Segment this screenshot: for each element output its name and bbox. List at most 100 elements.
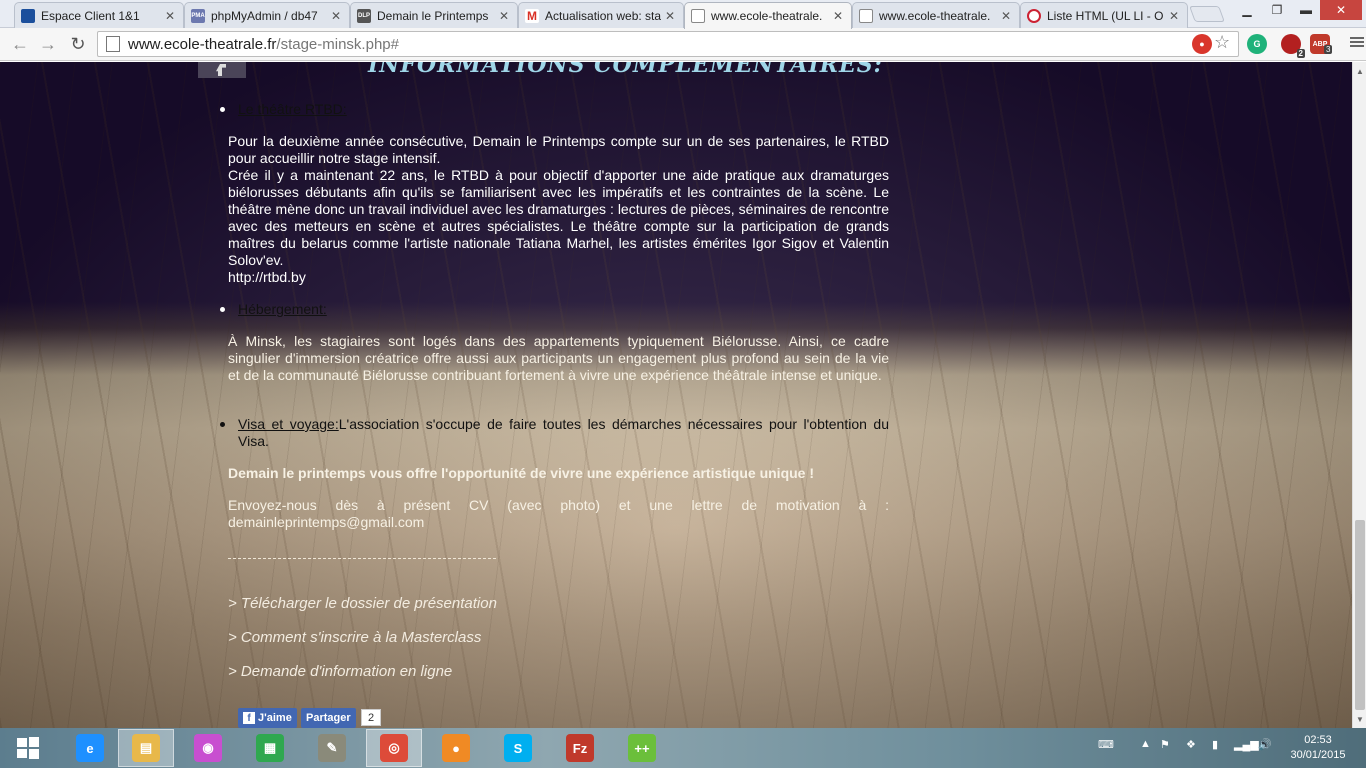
clock-date: 30/01/2015 (1290, 749, 1346, 761)
skype-icon: S (504, 734, 532, 762)
share-count: 2 (361, 709, 382, 726)
tab-ecole-theatrale[interactable]: www.ecole-theatrale. ✕ (852, 2, 1020, 28)
tab-liste-html[interactable]: Liste HTML (UL LI - O ✕ (1020, 2, 1188, 28)
windows-logo-icon (17, 737, 39, 759)
taskbar-chrome-button[interactable]: ◎ (366, 729, 422, 767)
section-title: Informations complémentaires: (368, 62, 883, 78)
inscription-masterclass-link[interactable]: > Comment s'inscrire à la Masterclass (228, 629, 481, 646)
taskbar-firefox-button[interactable]: ● (428, 729, 484, 767)
tab-title: www.ecole-theatrale. (711, 9, 823, 23)
item-label: Visa et voyage: (238, 416, 339, 432)
item-label: Hébergement: (238, 301, 327, 317)
dlp-icon: DLP (357, 8, 371, 23)
show-hidden-icons-icon[interactable]: ▲ (1140, 738, 1151, 750)
dropbox-icon[interactable]: ❖ (1186, 738, 1196, 751)
address-bar[interactable]: www.ecole-theatrale.fr/stage-minsk.php# (97, 31, 1239, 57)
restore-icon[interactable]: ❐ (1262, 0, 1292, 20)
lastpass-icon[interactable]: ● (1192, 34, 1212, 54)
reload-icon[interactable]: ↻ (66, 33, 90, 55)
logo-fragment (198, 62, 246, 78)
file-explorer-icon: ▤ (132, 734, 160, 762)
tab-phpmyadmin[interactable]: PMA phpMyAdmin / db47 ✕ (184, 2, 350, 28)
volume-icon[interactable]: 🔊 (1258, 738, 1272, 751)
system-clock[interactable]: 02:53 30/01/2015 (1290, 733, 1346, 763)
close-tab-icon[interactable]: ✕ (165, 9, 175, 23)
tab-title: Liste HTML (UL LI - O (1047, 8, 1164, 23)
list-item-rtbd: Le théâtre RTBD: (220, 101, 347, 118)
close-tab-icon[interactable]: ✕ (665, 9, 675, 23)
facebook-share-button[interactable]: Partager (301, 708, 356, 728)
tab-espace-client[interactable]: Espace Client 1&1 ✕ (14, 2, 184, 28)
forward-icon[interactable]: → (36, 33, 60, 55)
grammarly-icon[interactable]: G (1247, 34, 1267, 54)
minimize-icon[interactable]: ▁ (1232, 0, 1262, 20)
close-tab-icon[interactable]: ✕ (833, 9, 843, 23)
bookmark-star-icon[interactable]: ☆ (1214, 32, 1230, 53)
bullet-icon (220, 307, 225, 312)
download-dossier-link[interactable]: > Télécharger le dossier de présentation (228, 595, 497, 612)
internet-explorer-icon: e (76, 734, 104, 762)
close-window-icon[interactable]: ✕ (1320, 0, 1362, 20)
bullet-icon (220, 107, 225, 112)
demande-information-link[interactable]: > Demande d'information en ligne (228, 663, 452, 680)
taskbar-skype-button[interactable]: S (490, 729, 546, 767)
list-item-visa: Visa et voyage:L'association s'occupe de… (220, 416, 889, 450)
phpmyadmin-icon: PMA (191, 8, 205, 23)
tab-strip: Espace Client 1&1 ✕ PMA phpMyAdmin / db4… (0, 0, 1366, 29)
vertical-scrollbar[interactable]: ▲ ▼ (1352, 62, 1366, 728)
chrome-menu-icon[interactable] (1350, 35, 1364, 51)
start-button[interactable] (0, 729, 56, 767)
network-signal-icon[interactable]: ▂▄▆ (1234, 738, 1259, 751)
rtbd-link[interactable]: http://rtbd.by (228, 269, 889, 286)
list-item-hebergement: Hébergement: (220, 301, 327, 318)
tab-title: Espace Client 1&1 (41, 8, 140, 23)
keyboard-icon[interactable]: ⌨ (1098, 738, 1114, 751)
new-tab-button[interactable] (1189, 6, 1225, 22)
close-tab-icon[interactable]: ✕ (499, 9, 509, 23)
toolbar: ← → ↻ www.ecole-theatrale.fr/stage-minsk… (0, 28, 1366, 61)
adblock-badge: 3 (1324, 45, 1333, 54)
facebook-like-button[interactable]: f J'aime (238, 708, 297, 728)
close-tab-icon[interactable]: ✕ (1169, 9, 1179, 23)
clock-time: 02:53 (1304, 734, 1332, 746)
taskbar-file-explorer-button[interactable]: ▤ (118, 729, 174, 767)
highlight-text: Demain le printemps vous offre l'opportu… (228, 465, 815, 481)
rtbd-description: Crée il y a maintenant 22 ans, le RTBD à… (228, 167, 889, 268)
back-icon[interactable]: ← (8, 33, 32, 55)
tab-demain-le-printemps[interactable]: DLP Demain le Printemps ✕ (350, 2, 518, 28)
windows-taskbar: e ▤ ◉ ▦ ✎ ◎ ● S Fz ++ ⌨ ▲ ⚑ ❖ ▮ ▂▄▆ 🔊 02:53 30/01… (0, 728, 1366, 768)
taskbar-filezilla-button[interactable]: Fz (552, 729, 608, 767)
notepad-plus-plus-icon: ++ (628, 734, 656, 762)
action-center-flag-icon[interactable]: ⚑ (1160, 738, 1170, 751)
taskbar-notepad-plus-plus-button[interactable]: ++ (614, 729, 670, 767)
taskbar-picasa-button[interactable]: ◉ (180, 729, 236, 767)
like-label: J'aime (258, 712, 292, 724)
close-tab-icon[interactable]: ✕ (1001, 9, 1011, 23)
tab-title: Actualisation web: sta (545, 8, 661, 23)
filezilla-icon: Fz (566, 734, 594, 762)
taskbar-notepad-button[interactable]: ✎ (304, 729, 360, 767)
scroll-thumb[interactable] (1355, 520, 1365, 710)
battery-icon[interactable]: ▮ (1212, 738, 1218, 751)
contact-text: Envoyez-nous dès à présent CV (avec phot… (228, 497, 889, 530)
taskbar-windows-store-button[interactable]: ▦ (242, 729, 298, 767)
facebook-icon: f (243, 712, 255, 724)
share-label: Partager (306, 712, 351, 724)
scroll-up-icon[interactable]: ▲ (1355, 66, 1365, 76)
1and1-icon (21, 8, 35, 23)
tab-ecole-theatrale-active[interactable]: www.ecole-theatrale. ✕ (684, 2, 852, 29)
hebergement-description: À Minsk, les stagiaires sont logés dans … (228, 333, 889, 383)
ublock-icon[interactable]: 2 (1281, 34, 1305, 58)
page-info-icon[interactable] (106, 36, 120, 52)
user-menu-icon[interactable]: ▬ (1292, 0, 1320, 20)
rtbd-intro: Pour la deuxième année consécutive, Dema… (228, 133, 889, 166)
taskbar-internet-explorer-button[interactable]: e (62, 729, 118, 767)
tab-gmail[interactable]: M Actualisation web: sta ✕ (518, 2, 684, 28)
url-path: /stage-minsk.php# (276, 35, 399, 53)
url-host: www.ecole-theatrale.fr (128, 35, 277, 53)
close-tab-icon[interactable]: ✕ (331, 9, 341, 23)
scroll-down-icon[interactable]: ▼ (1355, 714, 1365, 724)
page-viewport: Informations complémentaires: Le théâtre… (0, 62, 1352, 728)
notepad-icon: ✎ (318, 734, 346, 762)
tab-title: Demain le Printemps (377, 8, 489, 23)
